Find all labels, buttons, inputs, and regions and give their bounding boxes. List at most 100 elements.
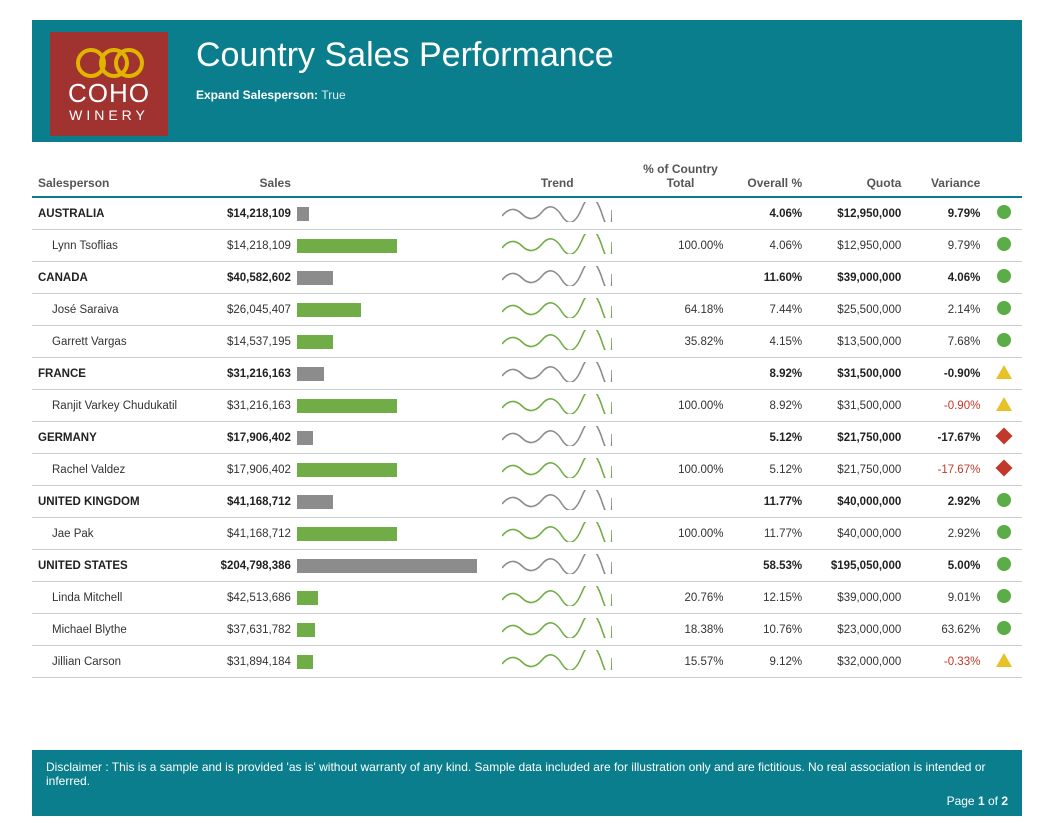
salesperson-quota: $13,500,000 — [808, 326, 907, 358]
country-variance: 9.79% — [907, 197, 986, 230]
salesperson-row[interactable]: José Saraiva$26,045,40764.18%7.44%$25,50… — [32, 294, 1022, 326]
salesperson-status — [986, 230, 1022, 262]
salesperson-pct-country: 100.00% — [632, 518, 730, 550]
country-trend-sparkline — [483, 358, 632, 390]
country-status — [986, 262, 1022, 294]
status-green-icon — [997, 557, 1011, 571]
report-header: COHO WINERY Country Sales Performance Ex… — [32, 20, 1022, 142]
country-name: UNITED STATES — [32, 550, 207, 582]
salesperson-row[interactable]: Rachel Valdez$17,906,402100.00%5.12%$21,… — [32, 454, 1022, 486]
salesperson-sales: $14,218,109 — [207, 230, 297, 262]
country-variance: 2.92% — [907, 486, 986, 518]
salesperson-sales: $42,513,686 — [207, 582, 297, 614]
salesperson-variance: 2.14% — [907, 294, 986, 326]
status-yellow-icon — [996, 653, 1012, 667]
country-quota: $21,750,000 — [808, 422, 907, 454]
salesperson-trend-sparkline — [483, 454, 632, 486]
salesperson-name: Linda Mitchell — [32, 582, 207, 614]
col-quota[interactable]: Quota — [808, 152, 907, 197]
salesperson-sales-bar — [297, 294, 483, 326]
salesperson-variance: -0.90% — [907, 390, 986, 422]
salesperson-row[interactable]: Jillian Carson$31,894,18415.57%9.12%$32,… — [32, 646, 1022, 678]
salesperson-row[interactable]: Michael Blythe$37,631,78218.38%10.76%$23… — [32, 614, 1022, 646]
salesperson-name: Rachel Valdez — [32, 454, 207, 486]
country-trend-sparkline — [483, 197, 632, 230]
disclaimer-text: Disclaimer : This is a sample and is pro… — [46, 760, 1008, 788]
status-yellow-icon — [996, 397, 1012, 411]
country-name: CANADA — [32, 262, 207, 294]
country-sales-bar — [297, 550, 483, 582]
country-sales-bar — [297, 486, 483, 518]
salesperson-row[interactable]: Lynn Tsoflias$14,218,109100.00%4.06%$12,… — [32, 230, 1022, 262]
status-green-icon — [997, 621, 1011, 635]
country-sales: $41,168,712 — [207, 486, 297, 518]
expand-salesperson-toggle[interactable]: Expand Salesperson: True — [196, 88, 614, 102]
salesperson-overall: 5.12% — [729, 454, 808, 486]
salesperson-name: Ranjit Varkey Chudukatil — [32, 390, 207, 422]
country-row[interactable]: UNITED KINGDOM$41,168,71211.77%$40,000,0… — [32, 486, 1022, 518]
salesperson-pct-country: 35.82% — [632, 326, 730, 358]
country-status — [986, 358, 1022, 390]
status-green-icon — [997, 525, 1011, 539]
expand-value: True — [321, 88, 345, 102]
salesperson-sales-bar — [297, 390, 483, 422]
salesperson-sales: $37,631,782 — [207, 614, 297, 646]
salesperson-sales-bar — [297, 326, 483, 358]
country-trend-sparkline — [483, 550, 632, 582]
country-quota: $31,500,000 — [808, 358, 907, 390]
country-name: FRANCE — [32, 358, 207, 390]
country-trend-sparkline — [483, 422, 632, 454]
salesperson-sales: $41,168,712 — [207, 518, 297, 550]
salesperson-name: Garrett Vargas — [32, 326, 207, 358]
country-row[interactable]: AUSTRALIA$14,218,1094.06%$12,950,0009.79… — [32, 197, 1022, 230]
country-sales-bar — [297, 358, 483, 390]
country-overall: 4.06% — [729, 197, 808, 230]
salesperson-variance: -0.33% — [907, 646, 986, 678]
salesperson-overall: 7.44% — [729, 294, 808, 326]
salesperson-trend-sparkline — [483, 390, 632, 422]
salesperson-overall: 12.15% — [729, 582, 808, 614]
col-salesperson[interactable]: Salesperson — [32, 152, 207, 197]
salesperson-row[interactable]: Linda Mitchell$42,513,68620.76%12.15%$39… — [32, 582, 1022, 614]
country-sales-bar — [297, 197, 483, 230]
coho-winery-logo: COHO WINERY — [50, 32, 168, 136]
salesperson-row[interactable]: Garrett Vargas$14,537,19535.82%4.15%$13,… — [32, 326, 1022, 358]
col-sales[interactable]: Sales — [207, 152, 297, 197]
country-row[interactable]: UNITED STATES$204,798,38658.53%$195,050,… — [32, 550, 1022, 582]
page-title: Country Sales Performance — [196, 32, 614, 72]
status-green-icon — [997, 237, 1011, 251]
salesperson-row[interactable]: Ranjit Varkey Chudukatil$31,216,163100.0… — [32, 390, 1022, 422]
salesperson-sales-bar — [297, 230, 483, 262]
salesperson-trend-sparkline — [483, 614, 632, 646]
country-trend-sparkline — [483, 262, 632, 294]
salesperson-overall: 4.06% — [729, 230, 808, 262]
salesperson-sales: $31,216,163 — [207, 390, 297, 422]
col-overall[interactable]: Overall % — [729, 152, 808, 197]
logo-line-1: COHO — [68, 78, 150, 109]
salesperson-trend-sparkline — [483, 230, 632, 262]
col-variance[interactable]: Variance — [907, 152, 986, 197]
country-sales: $31,216,163 — [207, 358, 297, 390]
col-pct-country[interactable]: % of Country Total — [632, 152, 730, 197]
salesperson-quota: $31,500,000 — [808, 390, 907, 422]
country-row[interactable]: CANADA$40,582,60211.60%$39,000,0004.06% — [32, 262, 1022, 294]
status-green-icon — [997, 269, 1011, 283]
salesperson-trend-sparkline — [483, 294, 632, 326]
salesperson-row[interactable]: Jae Pak$41,168,712100.00%11.77%$40,000,0… — [32, 518, 1022, 550]
col-trend[interactable]: Trend — [483, 152, 632, 197]
country-overall: 11.77% — [729, 486, 808, 518]
salesperson-sales-bar — [297, 518, 483, 550]
salesperson-sales: $14,537,195 — [207, 326, 297, 358]
salesperson-quota: $39,000,000 — [808, 582, 907, 614]
salesperson-quota: $21,750,000 — [808, 454, 907, 486]
page-indicator: Page 1 of 2 — [46, 794, 1008, 808]
salesperson-overall: 11.77% — [729, 518, 808, 550]
country-quota: $195,050,000 — [808, 550, 907, 582]
country-sales: $40,582,602 — [207, 262, 297, 294]
status-red-icon — [996, 428, 1013, 445]
salesperson-name: Jillian Carson — [32, 646, 207, 678]
country-row[interactable]: FRANCE$31,216,1638.92%$31,500,000-0.90% — [32, 358, 1022, 390]
salesperson-status — [986, 390, 1022, 422]
salesperson-quota: $12,950,000 — [808, 230, 907, 262]
country-row[interactable]: GERMANY$17,906,4025.12%$21,750,000-17.67… — [32, 422, 1022, 454]
